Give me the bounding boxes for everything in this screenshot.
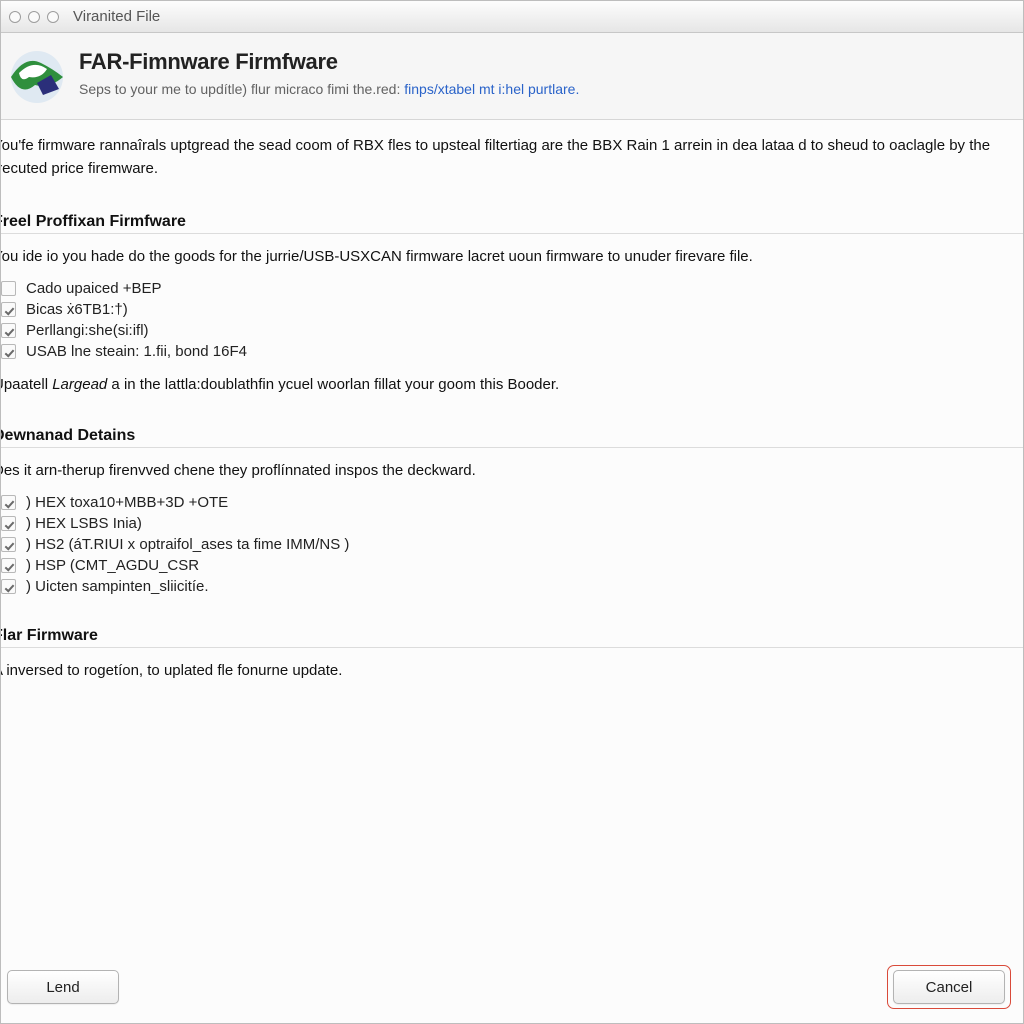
subtitle-text: Seps to your me to updítle) flur micraco… <box>79 81 404 97</box>
titlebar[interactable]: Viranited File <box>1 1 1023 33</box>
list-item-label: Bicas ẋ6TB1:†) <box>26 301 128 318</box>
window-controls <box>9 11 59 23</box>
dialog-window: Viranited File FAR-Fimnware Firmfware Se… <box>0 0 1024 1024</box>
app-icon <box>7 49 71 105</box>
list-item: ) HEX toxa10+MBB+3D +OTE <box>1 494 1023 511</box>
default-button-ring: Cancel <box>887 965 1011 1009</box>
dialog-subtitle: Seps to your me to updítle) flur micraco… <box>79 81 1011 97</box>
checkbox-icon[interactable] <box>1 558 16 573</box>
list-item-label: Cado upaiced +BEP <box>26 280 162 297</box>
dialog-footer: Lend Cancel <box>1 955 1023 1023</box>
list-item: Bicas ẋ6TB1:†) <box>1 301 1023 318</box>
list-item-label: ) HS2 (áT.RIUI x optraifol_ases ta fime … <box>26 536 349 553</box>
checkbox-icon[interactable] <box>1 579 16 594</box>
list-item: Cado upaiced +BEP <box>1 280 1023 297</box>
lend-button[interactable]: Lend <box>7 970 119 1004</box>
section1-after-rest: a in the lattla:doublathfin ycuel woorla… <box>107 376 559 393</box>
section1-after: Upaatell Largead a in the lattla:doublat… <box>1 374 1023 397</box>
list-item: ) HEX LSBS Inia) <box>1 515 1023 532</box>
intro-paragraph: You'fe firmware rannaîrals uptgread the … <box>1 134 1023 195</box>
close-window-button[interactable] <box>9 11 21 23</box>
list-item: ) HSP (CMT_AGDU_CSR <box>1 557 1023 574</box>
subtitle-link[interactable]: finps/xtabel mt i:hel purtlare. <box>404 81 579 97</box>
checkbox-icon[interactable] <box>1 323 16 338</box>
checkbox-icon[interactable] <box>1 495 16 510</box>
checkbox-icon[interactable] <box>1 302 16 317</box>
list-item-label: ) HSP (CMT_AGDU_CSR <box>26 557 199 574</box>
cancel-button[interactable]: Cancel <box>893 970 1005 1004</box>
section2-list: ) HEX toxa10+MBB+3D +OTE ) HEX LSBS Inia… <box>1 494 1023 595</box>
dialog-header: FAR-Fimnware Firmfware Seps to your me t… <box>1 33 1023 120</box>
section1-after-italic: Largead <box>52 376 107 393</box>
list-item: USAB lne steain: 1.fii, bond 16F4 <box>1 343 1023 360</box>
list-item-label: Perllangi:she(si:ifl) <box>26 322 149 339</box>
checkbox-icon[interactable] <box>1 516 16 531</box>
zoom-window-button[interactable] <box>47 11 59 23</box>
section2-body: Des it arn-therup firenvved chene they p… <box>1 460 1023 483</box>
list-item-label: ) Uicten sampinten_sliicitíe. <box>26 578 209 595</box>
window-title: Viranited File <box>73 8 160 25</box>
list-item-label: USAB lne steain: 1.fii, bond 16F4 <box>26 343 247 360</box>
section3-body: A inversed to rogetíon, to uplated fle f… <box>1 660 1023 683</box>
section3-title: Flar Firmware <box>1 609 1023 648</box>
list-item: Perllangi:she(si:ifl) <box>1 322 1023 339</box>
minimize-window-button[interactable] <box>28 11 40 23</box>
section1-body: You ide io you hade do the goods for the… <box>1 246 1023 269</box>
list-item-label: ) HEX LSBS Inia) <box>26 515 142 532</box>
section1-list: Cado upaiced +BEP Bicas ẋ6TB1:†) Perllan… <box>1 280 1023 360</box>
section1-title: Freel Proffixan Firmfware <box>1 195 1023 234</box>
dialog-title: FAR-Fimnware Firmfware <box>79 49 1011 75</box>
dialog-content: You'fe firmware rannaîrals uptgread the … <box>1 120 1023 955</box>
checkbox-icon[interactable] <box>1 344 16 359</box>
section2-title: Dewnanad Detains <box>1 409 1023 448</box>
list-item-label: ) HEX toxa10+MBB+3D +OTE <box>26 494 228 511</box>
list-item: ) HS2 (áT.RIUI x optraifol_ases ta fime … <box>1 536 1023 553</box>
list-item: ) Uicten sampinten_sliicitíe. <box>1 578 1023 595</box>
checkbox-icon[interactable] <box>1 281 16 296</box>
checkbox-icon[interactable] <box>1 537 16 552</box>
section1-after-prefix: Upaatell <box>1 376 52 393</box>
